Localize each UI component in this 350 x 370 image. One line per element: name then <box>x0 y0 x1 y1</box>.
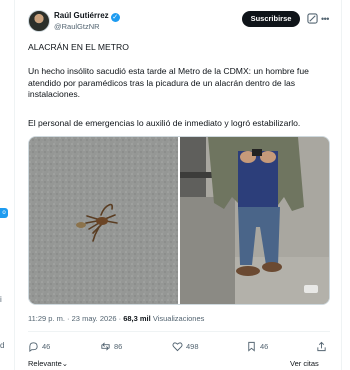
like-icon <box>172 341 183 351</box>
left-edge-text-b: d <box>0 341 5 350</box>
tweet-time[interactable]: 11:29 p. m. <box>28 314 65 323</box>
author-name[interactable]: Raúl Gutiérrez ✓ <box>54 11 120 22</box>
author-handle[interactable]: @RaulGtzNR <box>54 22 100 31</box>
like-button[interactable]: 498 <box>172 339 199 353</box>
tweet-header: Raúl Gutiérrez ✓ @RaulGtzNR Suscribirse •… <box>28 10 330 34</box>
like-count: 498 <box>186 341 199 351</box>
right-column-border <box>341 0 342 370</box>
verified-icon: ✓ <box>110 13 120 22</box>
repost-button[interactable]: 86 <box>100 339 122 353</box>
repost-icon <box>101 342 110 350</box>
view-quotes-link[interactable]: Ver citas <box>290 359 319 368</box>
more-icon[interactable]: ••• <box>321 14 329 24</box>
left-column-border <box>14 0 15 370</box>
meta-separator: · <box>64 314 72 323</box>
scorpion-photo[interactable] <box>29 137 178 304</box>
tweet-paragraph-1: Un hecho insólito sacudió esta tarde al … <box>28 66 309 99</box>
views-label: Visualizaciones <box>152 314 205 323</box>
tweet-title: ALACRÁN EN EL METRO <box>28 42 129 52</box>
author-name-text[interactable]: Raúl Gutiérrez <box>54 11 109 20</box>
man-photo[interactable] <box>180 137 329 304</box>
avatar[interactable] <box>28 10 50 32</box>
bookmark-count: 46 <box>260 341 269 351</box>
reply-icon <box>29 341 38 352</box>
reply-button[interactable]: 46 <box>28 339 50 353</box>
tweet-actions: 46 86 498 46 <box>28 339 330 353</box>
bookmark-icon <box>248 341 255 352</box>
tweet-date[interactable]: 23 may. 2026 <box>72 314 117 323</box>
grok-icon[interactable] <box>307 13 318 24</box>
sort-relevant-dropdown[interactable]: Relevante⌄ <box>28 359 68 368</box>
reply-count: 46 <box>42 341 51 351</box>
actions-divider <box>28 331 330 332</box>
views-count: 68,3 mil <box>123 314 151 323</box>
bookmark-button[interactable]: 46 <box>246 339 268 353</box>
left-edge-badge[interactable]: o <box>0 208 8 218</box>
tweet-page: o i d Raúl Gutiérrez ✓ @RaulGtzNR Suscrib… <box>0 0 350 370</box>
share-button[interactable] <box>316 339 327 353</box>
share-icon <box>317 341 326 351</box>
tweet-meta: 11:29 p. m. · 23 may. 2026 · 68,3 mil Vi… <box>28 314 204 323</box>
tweet-media[interactable] <box>28 136 330 305</box>
repost-count: 86 <box>114 341 123 351</box>
tweet-paragraph-2: El personal de emergencias lo auxilió de… <box>28 118 301 128</box>
subscribe-button[interactable]: Suscribirse <box>242 11 300 27</box>
left-edge-text-a: i <box>0 295 2 304</box>
relevant-label: Relevante <box>28 359 62 368</box>
chevron-down-icon: ⌄ <box>61 359 69 368</box>
